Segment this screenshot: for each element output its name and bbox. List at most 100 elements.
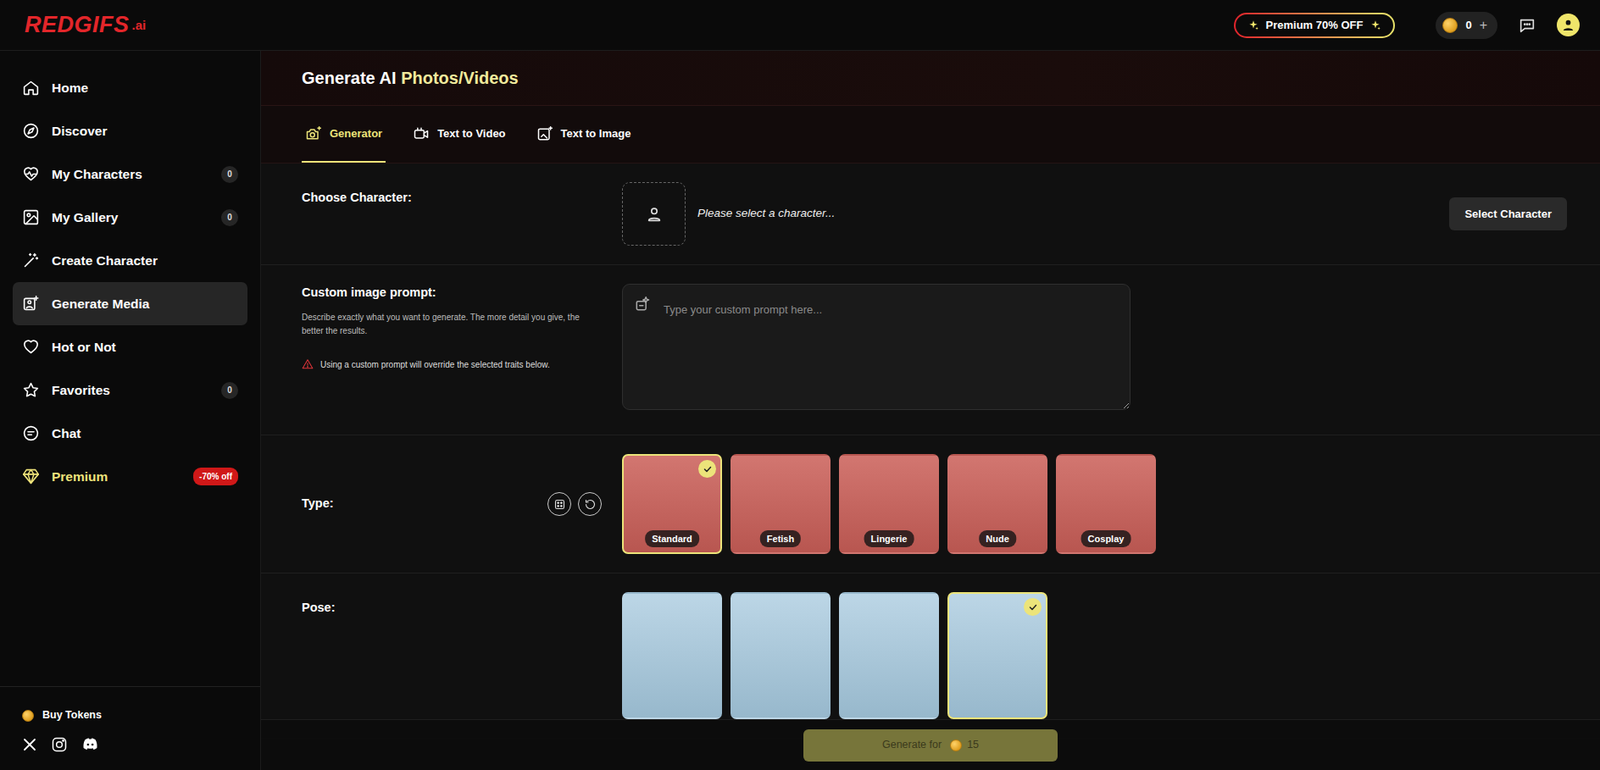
- heart-pulse-icon: [22, 165, 40, 184]
- premium-button[interactable]: Premium 70% OFF: [1233, 12, 1396, 39]
- title-accent: Photos/Videos: [400, 67, 519, 89]
- logo[interactable]: REDGIFS.ai: [24, 13, 146, 37]
- pose-label: Pose:: [301, 599, 602, 618]
- sidebar-item[interactable]: My Characters 0: [12, 152, 248, 196]
- pose-option[interactable]: [730, 592, 831, 720]
- sidebar-item[interactable]: My Gallery 0: [12, 195, 248, 239]
- title-bar: Generate AIPhotos/Videos: [261, 50, 1600, 106]
- logo-suffix[interactable]: .ai: [132, 16, 147, 38]
- character-placeholder: Please select a character...: [697, 205, 835, 223]
- character-placeholder-box[interactable]: [622, 182, 686, 246]
- chat-bubble-icon[interactable]: [1517, 16, 1537, 35]
- type-option[interactable]: Lingerie: [838, 454, 939, 555]
- instagram-icon[interactable]: [50, 736, 68, 754]
- coin-icon: [1442, 17, 1458, 34]
- diamond-icon: [22, 467, 40, 486]
- prompt-label: Custom image prompt:: [301, 283, 602, 303]
- coin-icon: [22, 710, 34, 723]
- pose-option[interactable]: [622, 592, 723, 720]
- sidebar-label: My Characters: [51, 164, 143, 184]
- discord-icon[interactable]: [81, 735, 100, 754]
- type-option[interactable]: Fetish: [730, 454, 831, 555]
- sidebar-item[interactable]: Favorites0: [12, 368, 248, 412]
- premium-label: Premium 70% OFF: [1266, 16, 1364, 34]
- reset-icon: [583, 498, 597, 512]
- logo-text[interactable]: REDGIFS: [24, 13, 130, 37]
- sidebar-item[interactable]: Hot or Not: [12, 325, 248, 369]
- sidebar-label: Favorites: [51, 380, 111, 400]
- sidebar-label: Home: [51, 77, 89, 98]
- heart-icon: [22, 338, 40, 356]
- title-main: Generate AI: [301, 67, 397, 89]
- generate-cost: 15: [966, 737, 979, 754]
- pose-option[interactable]: [838, 592, 939, 720]
- warning-icon: [301, 358, 314, 371]
- type-option-label: Fetish: [760, 530, 801, 549]
- warning-text: Using a custom prompt will override the …: [320, 358, 550, 372]
- generate-button[interactable]: Generate for 15: [803, 729, 1058, 762]
- sidebar-label: Generate Media: [51, 294, 150, 314]
- sidebar-label: Chat: [51, 423, 81, 444]
- select-character-button[interactable]: Select Character: [1449, 197, 1567, 232]
- top-bar: REDGIFS.ai Premium 70% OFF0+: [0, 0, 1600, 51]
- type-option[interactable]: Nude: [947, 454, 1048, 555]
- tab[interactable]: Text to Image: [533, 105, 635, 163]
- premium-label: Premium: [51, 466, 108, 487]
- main-panel: Generate AIPhotos/Videos Generator Text t…: [261, 50, 1600, 770]
- check-icon: [1023, 598, 1042, 617]
- character-label: Choose Character:: [301, 188, 602, 208]
- prompt-help: Describe exactly what you want to genera…: [301, 311, 602, 339]
- character-section: Choose Character: Please select a charact…: [261, 163, 1600, 266]
- pose-option[interactable]: [947, 592, 1048, 720]
- reset-button[interactable]: [577, 492, 602, 517]
- token-balance[interactable]: 0+: [1435, 11, 1498, 39]
- image-sparkle-icon: [536, 125, 554, 143]
- buy-tokens-link[interactable]: Buy Tokens: [22, 707, 239, 724]
- type-option[interactable]: Standard: [622, 454, 723, 555]
- type-option-label: Nude: [978, 530, 1017, 549]
- section-label: Choose Character:: [301, 182, 623, 208]
- sparkle-pen-icon: [633, 295, 651, 313]
- chat-icon: [22, 424, 40, 443]
- count-badge: 0: [221, 166, 239, 184]
- home-icon: [22, 78, 40, 97]
- tab-label: Generator: [329, 125, 383, 143]
- token-count: 0: [1465, 16, 1472, 34]
- coin-icon: [950, 739, 962, 752]
- social-links: [22, 735, 239, 754]
- section-label: Custom image prompt: Describe exactly wha…: [301, 283, 623, 372]
- tab[interactable]: Text to Video: [409, 105, 509, 163]
- camera-sparkle-icon: [305, 125, 323, 143]
- prompt-input[interactable]: [622, 283, 1131, 411]
- tab[interactable]: Generator: [301, 105, 386, 163]
- count-badge: 0: [221, 209, 239, 227]
- randomize-button[interactable]: [547, 492, 572, 517]
- sidebar-item[interactable]: Discover: [12, 109, 248, 153]
- section-label: Type:: [301, 492, 623, 517]
- sidebar-item[interactable]: Home: [12, 66, 248, 110]
- sidebar-item[interactable]: Generate Media: [12, 282, 248, 326]
- user-icon: [1561, 17, 1576, 33]
- type-option-label: Standard: [644, 530, 700, 549]
- sidebar-label: My Gallery: [51, 207, 118, 228]
- prompt-field: [622, 283, 1131, 417]
- add-tokens-button[interactable]: +: [1479, 15, 1488, 36]
- type-option[interactable]: Cosplay: [1055, 454, 1156, 555]
- tab-label: Text to Video: [437, 125, 506, 143]
- type-label: Type:: [301, 494, 334, 514]
- type-option-label: Lingerie: [864, 530, 915, 549]
- x-logo-icon[interactable]: [22, 737, 38, 753]
- check-icon: [698, 460, 717, 478]
- sidebar: Home Discover My Characters 0 My Gallery 0 Cre…: [0, 50, 262, 770]
- buy-tokens-label: Buy Tokens: [42, 707, 102, 724]
- star-icon: [22, 381, 40, 400]
- sidebar-item[interactable]: Chat: [12, 411, 248, 456]
- dice-icon: [553, 498, 567, 512]
- gallery-icon: [22, 208, 40, 227]
- sidebar-item[interactable]: Create Character: [12, 238, 248, 283]
- generate-label: Generate for: [882, 737, 942, 754]
- avatar-button[interactable]: [1556, 13, 1580, 37]
- page-title: Generate AIPhotos/Videos: [301, 67, 519, 89]
- premium-link[interactable]: Premium-70% off: [12, 455, 248, 499]
- tab-bar: Generator Text to Video Text to Image: [261, 105, 1600, 164]
